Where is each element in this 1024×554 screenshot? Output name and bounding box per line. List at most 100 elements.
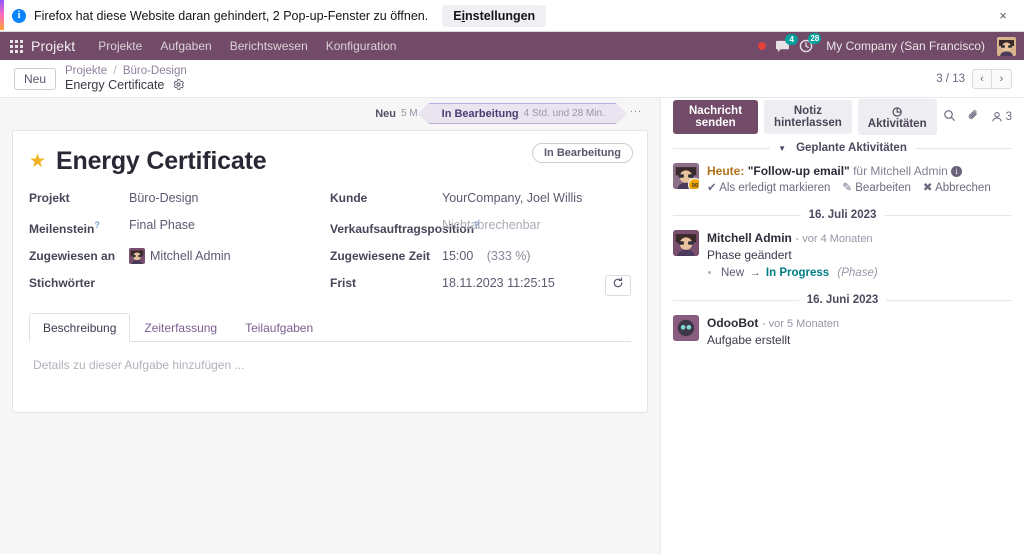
- activities-button[interactable]: ◷ Aktivitäten: [857, 98, 937, 135]
- followers-button[interactable]: 3: [991, 111, 1012, 123]
- activity-item: ✉ Heute: "Follow-up email" für Mitchell …: [673, 163, 1012, 196]
- settings-label-prefix: E: [453, 8, 462, 23]
- send-message-button[interactable]: Nachricht senden: [673, 99, 759, 134]
- star-icon[interactable]: ★: [29, 152, 46, 171]
- search-icon[interactable]: [943, 109, 956, 125]
- cancel-activity-button[interactable]: ✖ Abbrechen: [923, 180, 991, 196]
- field-kunde-value[interactable]: YourCompany, Joel Willis: [442, 190, 631, 206]
- message-body: Mitchell Admin - vor 4 Monaten Phase geä…: [707, 230, 1012, 281]
- field-meilenstein-label: Meilenstein?: [29, 217, 129, 237]
- nav-item-projekte[interactable]: Projekte: [89, 39, 151, 53]
- refresh-icon[interactable]: [605, 275, 631, 296]
- nav-item-konfiguration[interactable]: Konfiguration: [317, 39, 406, 53]
- divider-right: [886, 299, 1013, 301]
- cross-icon: ✖: [922, 182, 933, 194]
- browser-notification-bar: i Firefox hat diese Website daran gehind…: [0, 0, 1024, 32]
- help-icon[interactable]: ?: [94, 220, 100, 230]
- message-author: Mitchell Admin: [707, 231, 792, 245]
- planned-activities-header[interactable]: ▼ Geplante Aktivitäten: [673, 142, 1013, 154]
- company-selector[interactable]: My Company (San Francisco): [826, 39, 985, 53]
- tab-beschreibung[interactable]: Beschreibung: [29, 313, 131, 342]
- activities-button[interactable]: 28: [799, 33, 822, 53]
- edit-activity-label: Bearbeiten: [855, 182, 911, 194]
- tab-zeiterfassung[interactable]: Zeiterfassung: [130, 313, 231, 342]
- close-icon[interactable]: ×: [996, 8, 1010, 23]
- navbar: Projekt Projekte Aufgaben Berichtswesen …: [0, 32, 1024, 60]
- info-icon[interactable]: i: [951, 166, 963, 177]
- stage-in-bearbeitung-label: In Bearbeitung: [441, 107, 519, 120]
- field-verkaufsauftragsposition-value[interactable]: Nichtabrechenbar: [442, 217, 631, 233]
- field-zugewiesene-zeit-label: Zugewiesene Zeit: [330, 249, 431, 263]
- avatar[interactable]: [997, 36, 1016, 56]
- message-timestamp: - vor 4 Monaten: [795, 233, 873, 245]
- avatar: [673, 315, 699, 341]
- notebook-tabs: Beschreibung Zeiterfassung Teilaufgaben: [29, 313, 631, 342]
- gear-icon[interactable]: [173, 78, 184, 94]
- message-text: Aufgabe erstellt: [707, 333, 791, 347]
- cancel-activity-label: Abbrechen: [935, 182, 991, 194]
- task-form-card: In Bearbeitung ★ Energy Certificate Proj…: [12, 130, 648, 413]
- assignee-name: Mitchell Admin: [150, 249, 231, 263]
- form-column: Neu 5 M In Bearbeitung 4 Std. und 28 Min…: [0, 98, 660, 554]
- breadcrumb-item-buero-design[interactable]: Büro-Design: [123, 65, 187, 77]
- stage-in-bearbeitung-duration: 4 Std. und 28 Min.: [523, 108, 605, 119]
- message-body: OdooBot - vor 5 Monaten Aufgabe erstellt: [707, 315, 1012, 348]
- date-separator-label: 16. Juni 2023: [806, 294, 879, 306]
- browser-accent-stripe: [0, 0, 4, 30]
- field-meilenstein: Meilenstein? Final Phase: [29, 217, 330, 237]
- browser-notification-message: Firefox hat diese Website daran gehinder…: [34, 8, 429, 23]
- statusbar: Neu 5 M In Bearbeitung 4 Std. und 28 Min…: [362, 103, 648, 124]
- breadcrumb-separator: /: [113, 64, 117, 77]
- divider-left: [673, 147, 771, 149]
- chevron-down-icon: ▼: [778, 143, 787, 153]
- page-title: Energy Certificate: [56, 147, 267, 175]
- activity-assignee: für Mitchell Admin: [853, 164, 948, 178]
- field-meilenstein-value[interactable]: Final Phase: [129, 217, 330, 233]
- form-grid: Projekt Büro-Design Meilenstein? Final P…: [29, 190, 631, 307]
- stage-in-bearbeitung[interactable]: In Bearbeitung 4 Std. und 28 Min.: [417, 103, 628, 124]
- field-projekt: Projekt Büro-Design: [29, 190, 330, 206]
- planned-activities-label: Geplante Aktivitäten: [796, 142, 907, 154]
- tracking-row: New → In Progress (Phase): [721, 265, 1012, 281]
- field-zugewiesen-an-label: Zugewiesen an: [29, 249, 116, 263]
- nav-item-aufgaben[interactable]: Aufgaben: [151, 39, 220, 53]
- breadcrumb-item-projekte[interactable]: Projekte: [65, 65, 107, 77]
- description-editor[interactable]: Details zu dieser Aufgabe hinzufügen ...: [29, 342, 631, 402]
- tracking-field-name: (Phase): [837, 267, 878, 279]
- date-separator-label: 16. Juli 2023: [808, 209, 877, 221]
- field-frist-label: Frist: [330, 276, 357, 290]
- mark-done-button[interactable]: ✔ Als erledigt markieren: [707, 180, 830, 196]
- pager-next-button[interactable]: ›: [992, 68, 1012, 89]
- stage-neu-label: Neu: [375, 107, 396, 120]
- breadcrumb: Projekte / Büro-Design Energy Certificat…: [65, 64, 187, 94]
- messages-button[interactable]: 4: [775, 33, 799, 53]
- tab-teilaufgaben[interactable]: Teilaufgaben: [231, 313, 327, 342]
- date-separator: 16. Juni 2023: [673, 294, 1013, 306]
- field-kunde-label: Kunde: [330, 191, 368, 205]
- field-frist-value[interactable]: 18.11.2023 11:25:15: [442, 275, 605, 291]
- nav-item-berichtswesen[interactable]: Berichtswesen: [221, 39, 317, 53]
- field-zugewiesen-an-value[interactable]: Mitchell Admin: [129, 248, 330, 264]
- message-header: Mitchell Admin - vor 4 Monaten: [707, 230, 1012, 247]
- field-zugewiesene-zeit-value[interactable]: 15:00 (333 %): [442, 248, 631, 264]
- apps-grid-icon[interactable]: [10, 39, 23, 53]
- field-stichwoerter: Stichwörter: [29, 275, 330, 291]
- divider-right: [914, 147, 1013, 149]
- clock-icon: ◷: [892, 105, 903, 118]
- pager-previous-button[interactable]: ‹: [972, 68, 992, 89]
- new-button[interactable]: Neu: [14, 67, 57, 90]
- browser-settings-button[interactable]: Einstellungen: [442, 4, 547, 27]
- paperclip-icon[interactable]: [967, 109, 980, 125]
- form-column-left: Projekt Büro-Design Meilenstein? Final P…: [29, 190, 330, 307]
- field-projekt-value[interactable]: Büro-Design: [129, 190, 330, 206]
- field-meilenstein-label-text: Meilenstein: [29, 222, 95, 236]
- edit-activity-button[interactable]: ✎ Bearbeiten: [842, 180, 910, 196]
- tracking-old-value: New: [721, 267, 745, 279]
- log-note-button[interactable]: Notiz hinterlassen: [764, 99, 852, 134]
- messages-badge: 4: [785, 33, 799, 45]
- activities-badge: 28: [808, 33, 822, 44]
- activity-summary: "Follow-up email": [747, 164, 850, 178]
- message-header: OdooBot - vor 5 Monaten: [707, 315, 1012, 332]
- navbar-brand[interactable]: Projekt: [31, 38, 75, 54]
- field-verkaufsauftragsposition-label: Verkaufsauftragsposition?: [330, 217, 480, 237]
